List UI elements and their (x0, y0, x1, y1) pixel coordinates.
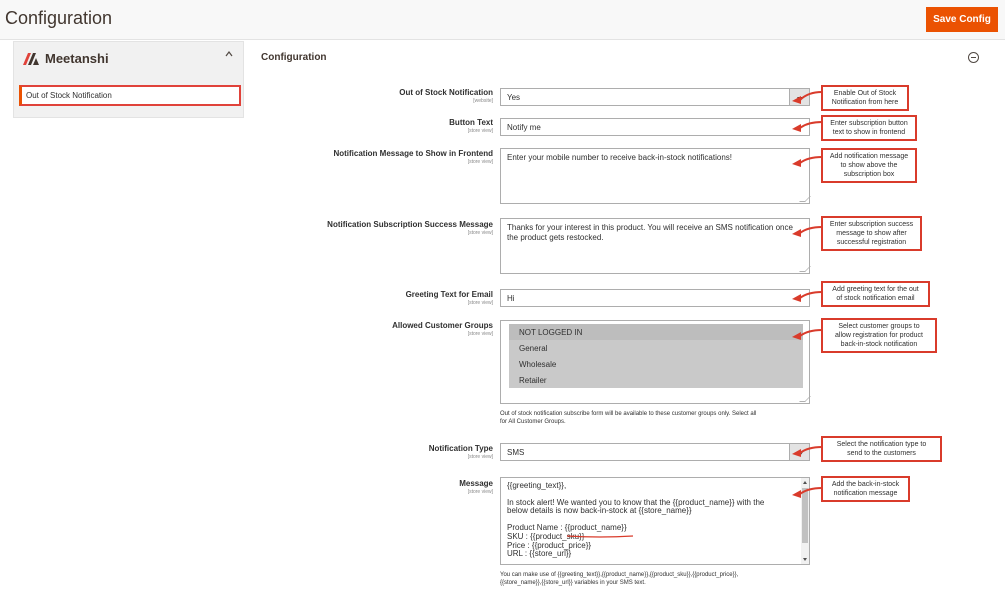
notification-type-value: SMS (507, 448, 525, 457)
callout-line: Select customer groups to (838, 323, 920, 330)
success-message-line2: the product gets restocked. (507, 233, 604, 242)
scope-button-text: [store view] (467, 128, 493, 134)
callout-line: back-in-stock notification (840, 341, 918, 348)
scope-message: [store view] (467, 489, 493, 495)
callout-arrow-icon (792, 329, 823, 340)
callout-line: Notification from here (831, 99, 899, 106)
callout-line: subscription box (843, 171, 895, 178)
callout-line: to show above the (840, 162, 898, 169)
callout-line: Add notification message (829, 153, 909, 160)
notification-message-textarea[interactable]: Enter your mobile number to receive back… (500, 148, 811, 204)
scope-greeting-text: [store view] (467, 300, 493, 306)
callout-notification-type: Select the notification type to send to … (821, 436, 942, 462)
resize-handle[interactable] (799, 196, 811, 202)
scope-success-message: [store view] (467, 230, 493, 236)
label-notification-message: Notification Message to Show in Frontend (333, 149, 493, 158)
notification-type-select[interactable]: SMS (500, 443, 810, 461)
scope-notification-message: [store view] (467, 159, 493, 165)
callout-line: Add greeting text for the out (832, 286, 919, 293)
button-text-input[interactable]: Notify me (500, 118, 810, 136)
callout-line: Enter subscription success (829, 221, 914, 228)
callout-line: allow registration for product (835, 332, 923, 339)
label-customer-groups: Allowed Customer Groups (392, 321, 493, 330)
page-title: Configuration (5, 8, 113, 28)
customer-group-option[interactable]: Retailer (509, 372, 803, 388)
out-of-stock-select[interactable]: Yes (500, 88, 810, 106)
section-title: Configuration (261, 52, 327, 63)
brand-tab[interactable]: Meetanshi (23, 51, 109, 66)
message-line: {{greeting_text}}, (507, 481, 567, 490)
scope-notification-type: [store view] (467, 454, 493, 460)
greeting-text-value: Hi (507, 294, 515, 303)
message-line: URL : {{store_url}} (507, 549, 572, 559)
callout-line: Select the notification type to (836, 441, 927, 448)
notification-message-value: Enter your mobile number to receive back… (507, 153, 732, 162)
label-out-of-stock: Out of Stock Notification (399, 88, 493, 97)
callout-button-text: Enter subscription button text to show i… (821, 115, 917, 141)
label-notification-type: Notification Type (428, 444, 493, 453)
callout-arrow-icon (792, 487, 823, 498)
callout-arrow-icon (792, 156, 823, 167)
customer-group-option[interactable]: NOT LOGGED IN (509, 324, 803, 340)
callout-enable-out-of-stock: Enable Out of Stock Notification from he… (821, 85, 909, 111)
out-of-stock-value: Yes (507, 93, 521, 102)
callout-message: Add the back-in-stock notification messa… (821, 476, 910, 502)
customer-groups-multiselect[interactable]: NOT LOGGED IN General Wholesale Retailer (500, 320, 811, 404)
customer-groups-note: Out of stock notification subscribe form… (500, 410, 756, 426)
resize-handle[interactable] (799, 396, 811, 402)
scope-out-of-stock: [website] (473, 98, 493, 104)
resize-handle[interactable] (799, 266, 811, 272)
brand-name: Meetanshi (45, 51, 109, 66)
callout-arrow-icon (792, 446, 823, 457)
scroll-down-icon[interactable] (803, 558, 807, 561)
callout-notification-message: Add notification message to show above t… (821, 148, 917, 183)
page-header: Configuration Save Config (0, 0, 1005, 40)
callout-success-message: Enter subscription success message to sh… (821, 216, 922, 251)
callout-line: successful registration (836, 239, 907, 246)
customer-group-option[interactable]: Wholesale (509, 356, 803, 372)
label-message: Message (459, 479, 493, 488)
success-message-textarea[interactable]: Thanks for your interest in this product… (500, 218, 811, 274)
callout-line: notification message (833, 490, 898, 497)
message-note-line2: {{store_name}},{{store_url}} variables i… (500, 580, 646, 586)
label-greeting-text: Greeting Text for Email (405, 290, 493, 299)
callout-arrow-icon (792, 121, 823, 132)
callout-line: Enable Out of Stock (833, 90, 897, 97)
customer-group-option[interactable]: General (509, 340, 803, 356)
customer-groups-note-line1: Out of stock notification subscribe form… (500, 411, 757, 417)
message-line: below details is now back-in-stock at {{… (507, 506, 692, 516)
sidebar-item-out-of-stock-notification[interactable]: Out of Stock Notification (19, 85, 241, 106)
message-textarea[interactable]: {{greeting_text}}, In stock alert! We wa… (500, 477, 810, 565)
callout-line: Add the back-in-stock (831, 481, 900, 488)
customer-groups-note-line2: for All Customer Groups. (500, 419, 566, 425)
save-config-button[interactable]: Save Config (926, 7, 998, 32)
config-sidebar: Meetanshi Out of Stock Notification (13, 41, 244, 118)
button-text-value: Notify me (507, 123, 541, 132)
callout-customer-groups: Select customer groups to allow registra… (821, 318, 937, 353)
chevron-up-icon[interactable] (225, 51, 233, 57)
underline-mark (566, 535, 634, 538)
label-button-text: Button Text (449, 118, 493, 127)
callout-line: Enter subscription button (830, 120, 908, 127)
success-message-line1: Thanks for your interest in this product… (507, 223, 793, 232)
message-note-line1: You can make use of {{greeting_text}},{{… (500, 572, 739, 578)
callout-arrow-icon (792, 91, 823, 104)
callout-line: of stock notification email (836, 295, 915, 302)
greeting-text-input[interactable]: Hi (500, 289, 810, 307)
collapse-section-icon[interactable] (968, 52, 979, 63)
callout-line: send to the customers (847, 450, 916, 457)
message-note: You can make use of {{greeting_text}},{{… (500, 571, 738, 587)
callout-line: text to show in frontend (832, 129, 906, 136)
callout-arrow-icon (792, 226, 823, 237)
meetanshi-logo-icon (23, 52, 39, 65)
callout-line: message to show after (836, 230, 907, 237)
callout-arrow-icon (792, 291, 823, 302)
scope-customer-groups: [store view] (467, 331, 493, 337)
callout-greeting-text: Add greeting text for the out of stock n… (821, 281, 930, 307)
label-success-message: Notification Subscription Success Messag… (327, 220, 493, 229)
